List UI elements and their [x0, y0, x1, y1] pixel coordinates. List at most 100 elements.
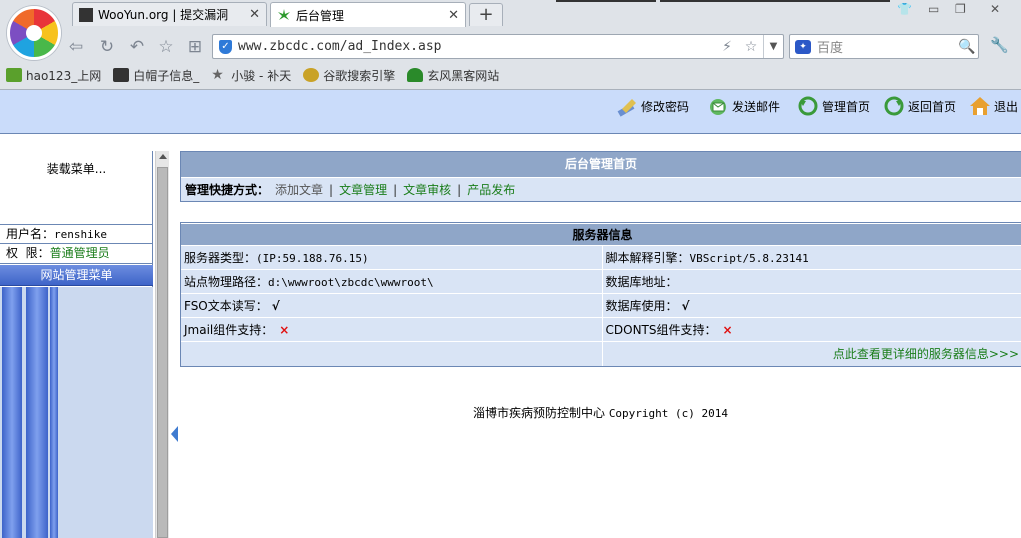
send-mail-link[interactable]: 发送邮件 — [707, 95, 780, 117]
search-input[interactable]: 百度 — [817, 37, 956, 56]
username-value: renshike — [54, 228, 107, 241]
titlebar-strip — [660, 0, 890, 2]
footer-copyright: Copyright (c) 2014 — [608, 407, 729, 420]
favorite-star-icon[interactable]: ☆ — [156, 37, 176, 57]
new-tab-button[interactable]: + — [469, 3, 503, 26]
quick-links-row: 管理快捷方式： 添加文章 | 文章管理 | 文章审核 | 产品发布 — [181, 177, 1021, 201]
tab-admin[interactable]: 后台管理 ✕ — [270, 2, 466, 27]
admin-home-link[interactable]: 管理首页 — [797, 95, 870, 117]
google-icon — [303, 68, 320, 82]
table-header-row: 服务器信息 — [181, 223, 1021, 246]
cross-icon: × — [722, 323, 733, 337]
back-icon[interactable]: ⇦ — [66, 37, 86, 57]
bookmark-star-icon[interactable]: ☆ — [739, 39, 763, 55]
bookmark-google-search[interactable]: 谷歌搜索引擎 — [303, 67, 395, 84]
site-menu-header[interactable]: 网站管理菜单 — [0, 265, 153, 286]
return-green-icon — [883, 95, 905, 117]
chevron-down-icon[interactable]: ▼ — [763, 35, 783, 58]
url-text[interactable]: www.zbcdc.com/ad_Index.asp — [238, 39, 715, 54]
tab-close-icon[interactable]: ✕ — [249, 7, 260, 22]
undo-icon[interactable]: ↶ — [127, 37, 147, 57]
wrench-icon[interactable]: 🔧 — [990, 36, 1009, 54]
bookmark-hao123[interactable]: hao123_上网 — [6, 67, 101, 84]
fso-label: FSO文本读写： — [184, 299, 268, 313]
site-menu-body — [0, 287, 153, 538]
cross-icon: × — [279, 323, 290, 337]
minimize-icon[interactable]: ▭ — [928, 2, 939, 16]
role-value: 普通管理员 — [49, 246, 110, 260]
script-engine-cell: 脚本解释引擎：VBScript/5.8.23141 — [602, 245, 1021, 270]
review-articles-link[interactable]: 文章审核 — [403, 183, 451, 197]
server-info-table: 服务器信息 服务器类型：(IP:59.188.76.15) 脚本解释引擎：VBS… — [181, 223, 1021, 366]
footer: 淄博市疾病预防控制中心 Copyright (c) 2014 — [180, 404, 1021, 421]
tab-close-icon[interactable]: ✕ — [448, 8, 459, 23]
menu-stripe — [2, 287, 22, 538]
lightning-icon[interactable]: ⚡ — [715, 39, 739, 55]
db-use-cell: 数据库使用： √ — [602, 293, 1021, 318]
page-title: 后台管理首页 — [181, 152, 1021, 177]
grid-icon[interactable]: ⊞ — [185, 37, 205, 57]
nav-label: 修改密码 — [641, 99, 690, 114]
change-password-link[interactable]: 修改密码 — [616, 95, 689, 117]
cdonts-label: CDONTS组件支持： — [605, 323, 717, 337]
tree-icon — [407, 68, 424, 82]
tab-wooyun[interactable]: WooYun.org | 提交漏洞 ✕ — [72, 2, 267, 26]
add-article-link[interactable]: 添加文章 — [275, 183, 323, 197]
table-row: Jmail组件支持： × CDONTS组件支持： × — [181, 317, 1021, 342]
cdonts-cell: CDONTS组件支持： × — [602, 317, 1021, 342]
pencil-icon — [616, 95, 638, 117]
publish-product-link[interactable]: 产品发布 — [467, 183, 515, 197]
wooyun-icon — [113, 68, 130, 82]
nav-label: 发送邮件 — [732, 99, 781, 114]
physical-path-value: d:\wwwroot\zbcdc\wwwroot\ — [268, 276, 434, 289]
fso-cell: FSO文本读写： √ — [181, 293, 603, 318]
refresh-green-icon — [797, 95, 819, 117]
footer-org: 淄博市疾病预防控制中心 — [472, 406, 605, 420]
admin-home-panel: 后台管理首页 管理快捷方式： 添加文章 | 文章管理 | 文章审核 | 产品发布 — [180, 151, 1021, 202]
navigation-bar: ⇦ ↻ ↶ ☆ ⊞ ✓ www.zbcdc.com/ad_Index.asp ⚡… — [0, 30, 1021, 62]
bookmark-xuanfeng[interactable]: 玄风黑客网站 — [407, 67, 499, 84]
server-type-cell: 服务器类型：(IP:59.188.76.15) — [181, 245, 603, 270]
logout-link[interactable]: 退出 — [969, 95, 1018, 117]
hao123-icon — [6, 68, 22, 82]
separator: | — [329, 183, 334, 197]
collapse-arrow-icon[interactable] — [171, 426, 178, 442]
admin-page: 修改密码 发送邮件 管理首页 返回首页 退出 装载菜单... 用户名：rensh… — [0, 90, 1021, 538]
bookmark-label: hao123_上网 — [26, 68, 102, 83]
separator: | — [457, 183, 462, 197]
refresh-icon[interactable]: ↻ — [97, 37, 117, 57]
username-label: 用户名： — [6, 227, 55, 241]
quick-links-label: 管理快捷方式： — [185, 183, 270, 197]
username-row: 用户名：renshike — [0, 225, 152, 244]
scrollbar-thumb[interactable] — [157, 167, 168, 538]
server-info-panel: 服务器信息 服务器类型：(IP:59.188.76.15) 脚本解释引擎：VBS… — [180, 222, 1021, 367]
db-address-cell: 数据库地址： — [602, 269, 1021, 294]
bookmark-label: 小骏 - 补天 — [231, 68, 292, 83]
security-shield-icon: ✓ — [219, 39, 232, 54]
star-icon: ★ — [211, 67, 224, 83]
back-home-link[interactable]: 返回首页 — [883, 95, 956, 117]
address-bar[interactable]: ✓ www.zbcdc.com/ad_Index.asp ⚡ ☆ ▼ — [212, 34, 784, 59]
left-frame-scrollbar[interactable] — [155, 151, 169, 538]
more-server-info-link[interactable]: 点此查看更详细的服务器信息>>> — [602, 341, 1021, 366]
shirt-icon[interactable]: 👕 — [897, 2, 912, 16]
bookmark-whitehat[interactable]: 白帽子信息_ — [113, 67, 199, 84]
check-icon: √ — [681, 299, 690, 313]
jmail-label: Jmail组件支持： — [184, 323, 274, 337]
server-info-title: 服务器信息 — [181, 223, 1021, 246]
check-icon: √ — [271, 299, 280, 313]
search-box[interactable]: ✦ 百度 🔍 — [789, 34, 979, 59]
admin-top-nav: 修改密码 发送邮件 管理首页 返回首页 退出 — [0, 90, 1021, 134]
search-icon[interactable]: 🔍 — [956, 39, 978, 55]
tab-title: 后台管理 — [296, 8, 345, 23]
db-address-label: 数据库地址： — [605, 275, 678, 289]
server-type-label: 服务器类型： — [184, 251, 257, 265]
scroll-up-icon[interactable] — [159, 154, 167, 159]
close-window-icon[interactable]: ✕ — [990, 2, 1000, 16]
script-engine-value: VBScript/5.8.23141 — [689, 252, 809, 265]
bookmark-label: 白帽子信息_ — [133, 68, 200, 83]
manage-articles-link[interactable]: 文章管理 — [339, 183, 387, 197]
bookmark-butian[interactable]: ★ 小骏 - 补天 — [211, 67, 291, 84]
restore-icon[interactable]: ❐ — [955, 2, 966, 16]
frame-splitter[interactable] — [169, 151, 179, 538]
